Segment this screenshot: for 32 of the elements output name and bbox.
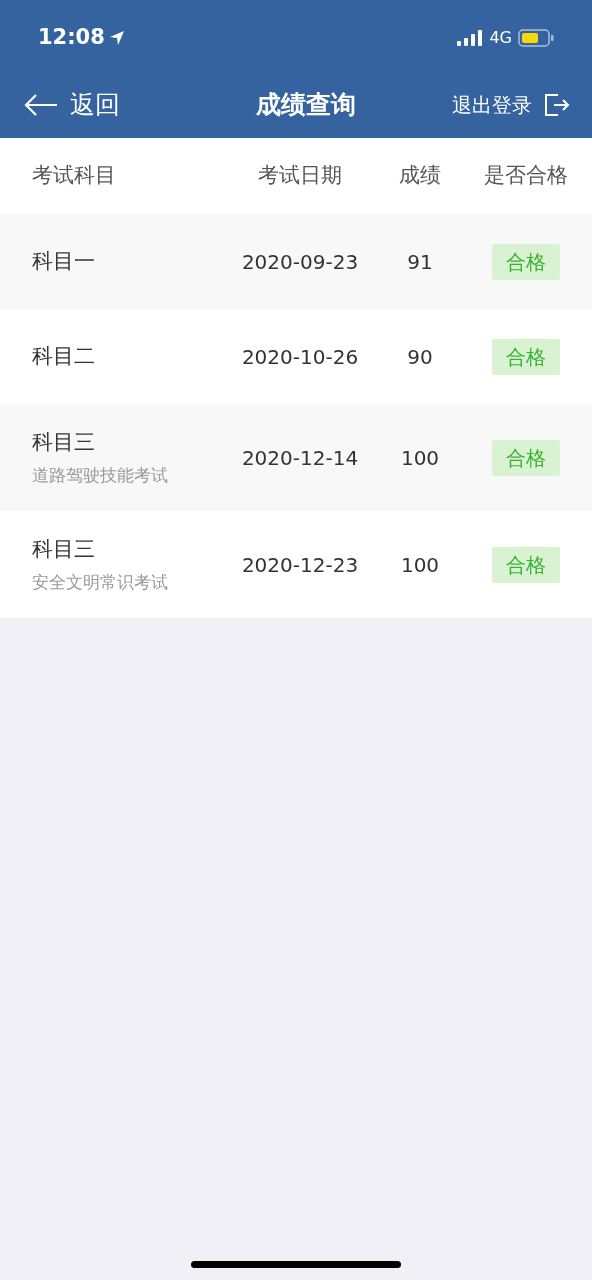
exam-score: 91 [406, 248, 434, 276]
column-header: 考试日期 [257, 162, 343, 190]
exam-date: 2020-12-23 [240, 551, 360, 579]
exam-score: 90 [406, 343, 434, 371]
exam-date: 2020-12-14 [240, 444, 360, 472]
status-time: 12:08 [38, 24, 105, 52]
subject-name: 科目一 [32, 247, 96, 275]
back-button[interactable]: 返回 [24, 86, 120, 124]
column-header: 是否合格 [483, 162, 569, 190]
column-header: 考试科目 [31, 162, 117, 190]
subject-name: 科目二 [32, 342, 96, 370]
exam-score: 100 [399, 444, 441, 472]
column-header: 成绩 [398, 162, 442, 190]
exam-score: 100 [399, 551, 441, 579]
subject-name: 科目三 [32, 429, 96, 456]
location-arrow-icon [108, 30, 125, 46]
subject-name: 科目三 [32, 536, 96, 563]
result-tag: 合格 [492, 338, 560, 375]
network-label: 4G [489, 27, 512, 49]
result-tag: 合格 [492, 546, 560, 583]
result-tag: 合格 [492, 243, 560, 280]
exam-date: 2020-10-26 [240, 343, 360, 371]
logout-button[interactable]: 退出登录 [452, 90, 570, 120]
subject-detail: 安全文明常识考试 [32, 570, 169, 594]
page-title: 成绩查询 [256, 89, 356, 122]
back-arrow-icon [24, 93, 58, 117]
subject-detail: 道路驾驶技能考试 [32, 463, 169, 487]
signal-icon [457, 30, 484, 46]
exam-date: 2020-09-23 [240, 248, 360, 276]
logout-icon [544, 93, 570, 117]
battery-icon [518, 29, 554, 47]
result-tag: 合格 [492, 439, 560, 476]
